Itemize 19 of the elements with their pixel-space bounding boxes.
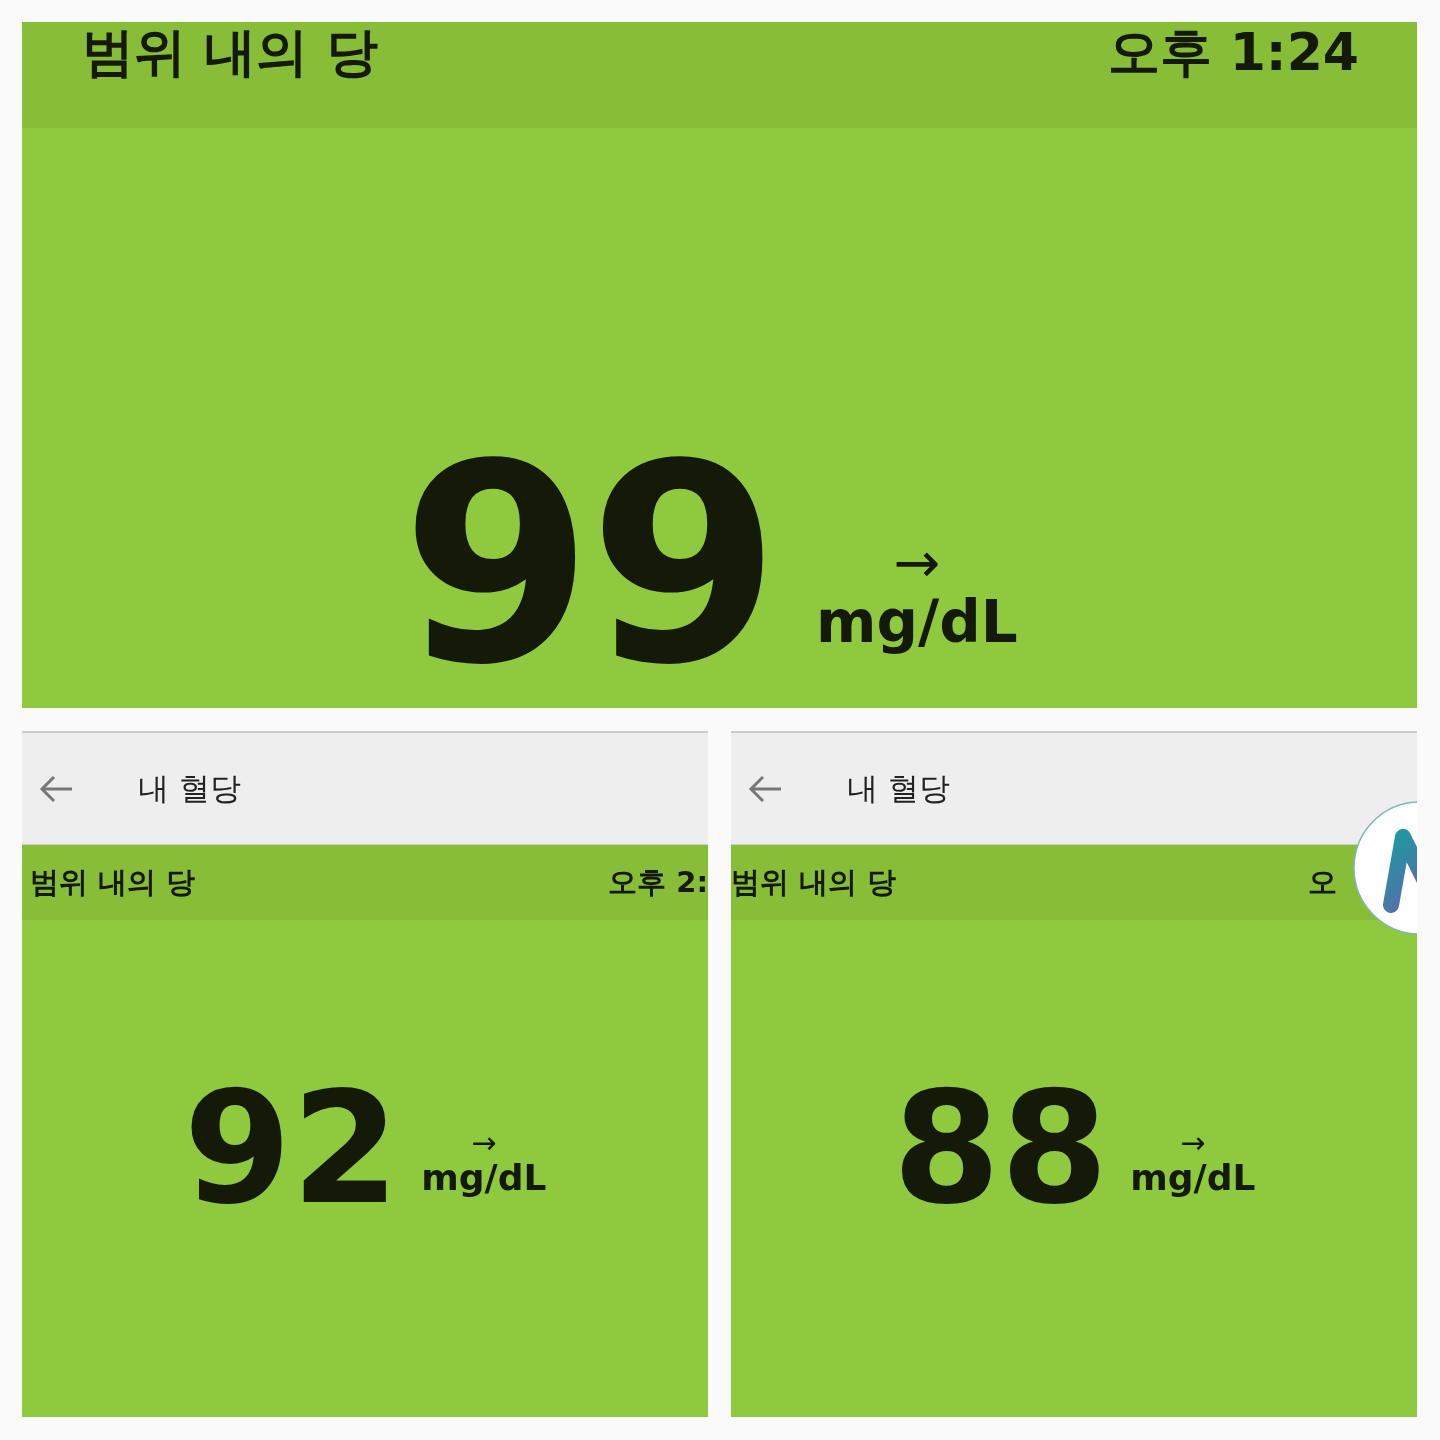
back-icon[interactable] (747, 773, 783, 804)
screen-title: 내 혈당 (847, 768, 950, 808)
unit-label: mg/dL (816, 591, 1018, 655)
trend-arrow: → (893, 535, 941, 592)
trend-arrow: → (471, 1128, 497, 1159)
unit-label: mg/dL (1130, 1158, 1256, 1198)
status-label: 범위 내의 당 (30, 863, 196, 901)
trend-arrow: → (1180, 1128, 1206, 1159)
back-icon[interactable] (38, 773, 74, 804)
unit-label: mg/dL (421, 1158, 547, 1198)
time-label: 오 (1308, 863, 1337, 901)
time-label: 오후 2: (608, 863, 708, 901)
status-label: 범위 내의 당 (731, 863, 897, 901)
time-label: 오후 1:24 (1107, 26, 1359, 78)
screen-title: 내 혈당 (138, 768, 241, 808)
status-label: 범위 내의 당 (82, 26, 379, 78)
glucose-value: 99 (401, 428, 777, 703)
glucose-value: 92 (183, 1071, 400, 1226)
glucose-value: 88 (892, 1071, 1109, 1226)
